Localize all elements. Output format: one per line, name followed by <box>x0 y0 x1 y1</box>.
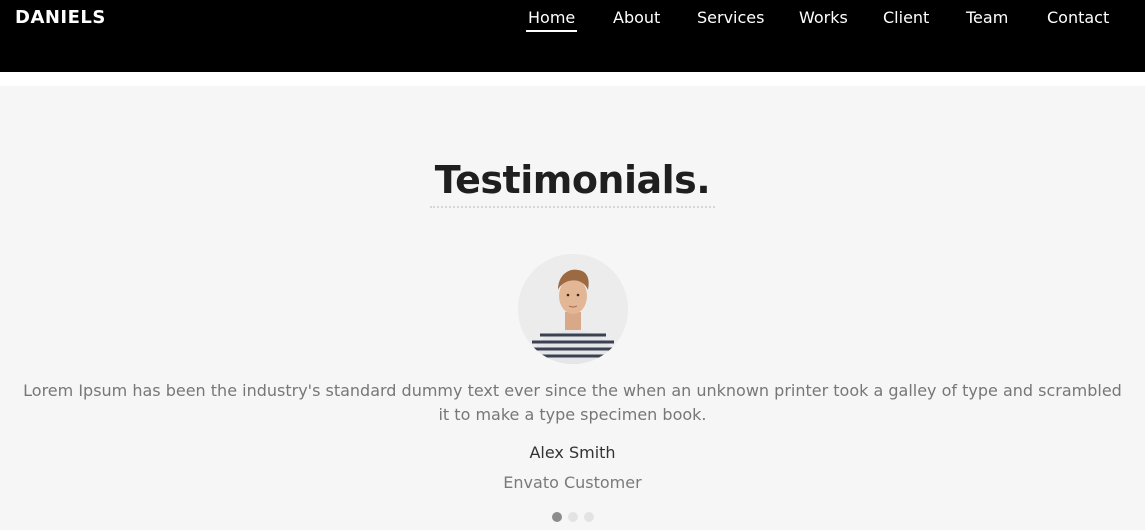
testimonial-role: Envato Customer <box>503 473 642 492</box>
nav-item-contact[interactable]: Contact <box>1047 8 1109 27</box>
nav-item-services[interactable]: Services <box>697 8 764 27</box>
carousel-dot-1[interactable] <box>551 512 562 522</box>
nav-item-about[interactable]: About <box>613 8 660 27</box>
carousel-dot-2[interactable] <box>567 512 578 522</box>
testimonial-author: Alex Smith <box>529 443 616 462</box>
title-underline <box>430 206 715 208</box>
customer-avatar <box>518 254 628 364</box>
top-navbar: DANIELS Home About Services Works Client… <box>0 0 1145 72</box>
brand-logo[interactable]: DANIELS <box>15 7 106 28</box>
testimonial-quote: Lorem Ipsum has been the industry's stan… <box>23 381 1122 424</box>
nav-item-client[interactable]: Client <box>883 8 929 27</box>
section-title: Testimonials. <box>434 158 711 202</box>
nav-item-team[interactable]: Team <box>966 8 1008 27</box>
nav-item-works[interactable]: Works <box>799 8 848 27</box>
person-portrait-icon <box>518 254 628 364</box>
carousel-dot-3[interactable] <box>583 512 594 522</box>
nav-item-home[interactable]: Home <box>525 8 578 32</box>
testimonials-section: Testimonials. Lorem Ipsum has been the i… <box>0 86 1145 530</box>
carousel-dots <box>0 512 1145 522</box>
